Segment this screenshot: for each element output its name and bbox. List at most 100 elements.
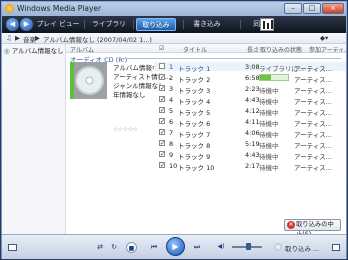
track-title: トラック 5 [178,109,211,117]
breadcrumb-sep: ▶ [35,34,40,42]
disc-icon: ◎ [4,47,10,55]
track-artist: アーティス... [294,142,332,150]
track-row[interactable]: ✓ 10 トラック 10 2:17 待機中 アーティス... [154,161,346,172]
track-artist: アーティス... [294,120,332,128]
stop-rip-button[interactable]: ✕ 取り込みの中止(S) [284,219,341,238]
music-note-icon: ♫ [6,34,12,42]
stop-icon: ✕ [287,221,295,229]
cd-disc-icon [75,66,104,95]
next-button[interactable]: ⏭ [189,242,205,253]
forward-arrow-icon[interactable]: ▶ [20,18,33,31]
track-number: 1 [169,63,174,71]
switch-view-icon[interactable] [8,244,17,251]
track-length: 6:58 [245,74,260,82]
album-art [70,62,107,99]
track-artist: アーティス... [294,109,332,117]
previous-button[interactable]: ⏮ [146,242,162,253]
track-checkbox[interactable] [159,63,165,69]
track-artist: アーティス... [294,153,332,161]
track-row[interactable]: 1 トラック 1 3:08 ライブラリに... アーティス... [154,62,346,73]
column-header: アルバム ☑ タイトル 長さ 取り込みの状態 参加アーティ... [66,44,348,54]
track-title: トラック 1 [178,65,211,73]
track-row[interactable]: ✓ 7 トラック 7 4:06 待機中 アーティス... [154,128,346,139]
track-row[interactable]: ✓ 3 トラック 3 2:23 待機中 アーティス... [154,84,346,95]
track-rip-status: 待機中 [259,153,279,161]
track-checkbox[interactable]: ✓ [159,140,165,147]
options-icon[interactable]: ◆▾ [320,34,328,42]
tab-separator [183,20,184,29]
track-rip-status: 待機中 [259,142,279,150]
full-screen-icon[interactable] [332,244,340,251]
track-title: トラック 6 [178,120,211,128]
track-checkbox[interactable]: ✓ [159,118,165,125]
wmp-logo-icon [5,4,14,13]
track-title: トラック 8 [178,142,211,150]
track-title: トラック 9 [178,153,211,161]
track-row[interactable]: ✓ 2 トラック 2 6:58 アーティス... [154,73,346,84]
app-window: Windows Media Player – □ × ◀ ▶ プレイ ビュー ラ… [0,0,348,260]
play-button[interactable]: ▶ [166,237,185,256]
track-rip-status: 待機中 [259,120,279,128]
track-length: 2:23 [245,85,260,93]
maximize-button[interactable]: □ [303,3,321,14]
rating-stars[interactable]: ☆☆☆☆☆ [113,126,138,133]
tab-burn[interactable]: 書き込み [186,18,228,31]
track-length: 4:12 [245,107,260,115]
breadcrumb-album[interactable]: アルバム情報なし (2007/04/02 1...) [43,34,152,44]
stop-button[interactable]: ■ [126,242,137,253]
tab-rip[interactable]: 取り込み [136,18,176,31]
track-rip-status: 待機中 [259,87,279,95]
track-title: トラック 10 [178,164,215,172]
track-rip-status: 待機中 [259,109,279,117]
track-checkbox[interactable]: ✓ [159,85,165,92]
back-arrow-icon[interactable]: ◀ [6,18,19,31]
rip-progress-fill [260,75,272,80]
tab-separator [240,20,241,29]
shuffle-icon[interactable]: ⇄ [95,243,105,253]
track-title: トラック 2 [178,76,211,84]
tab-library[interactable]: ライブラリ [88,18,130,31]
track-rip-status: 待機中 [259,98,279,106]
track-rip-status: 待機中 [259,164,279,172]
track-checkbox[interactable]: ✓ [159,96,165,103]
minimize-button[interactable]: – [284,3,302,14]
group-divider [121,58,341,59]
col-checkbox[interactable]: ☑ [159,45,164,52]
track-checkbox[interactable]: ✓ [159,107,165,114]
track-checkbox[interactable]: ✓ [159,162,165,169]
track-length: 4:43 [245,151,260,159]
track-row[interactable]: ✓ 5 トラック 5 4:12 待機中 アーティス... [154,106,346,117]
track-checkbox[interactable]: ✓ [159,129,165,136]
track-length: 4:11 [245,118,260,126]
track-checkbox[interactable]: ✓ [159,74,165,81]
breadcrumb: ♫ ▶ 音楽 ▶ アルバム情報なし (2007/04/02 1...) ◆▾ [2,33,346,44]
track-length: 4:43 [245,96,260,104]
track-row[interactable]: ✓ 4 トラック 4 4:43 待機中 アーティス... [154,95,346,106]
close-button[interactable]: × [322,3,344,14]
track-title: トラック 7 [178,131,211,139]
track-number: 4 [169,96,174,104]
nav-item-label: アルバム情報なし [11,47,64,55]
track-row[interactable]: ✓ 6 トラック 6 4:11 待機中 アーティス... [154,117,346,128]
breadcrumb-sep: ▶ [15,34,20,42]
volume-thumb[interactable] [246,243,251,250]
tab-now-playing[interactable]: プレイ ビュー [36,18,80,31]
track-rip-status: 待機中 [259,131,279,139]
track-row[interactable]: ✓ 8 トラック 8 5:19 待機中 アーティス... [154,139,346,150]
track-number: 2 [169,74,174,82]
track-artist: アーティス... [294,131,332,139]
group-header: オーディオ CD (R:) [66,53,346,64]
track-title: トラック 3 [178,87,211,95]
mute-icon[interactable]: ◀) [214,243,228,253]
repeat-icon[interactable]: ↻ [109,243,119,253]
track-length: 4:06 [245,129,260,137]
rip-disc-icon [274,243,282,251]
track-row[interactable]: ✓ 9 トラック 9 4:43 待機中 アーティス... [154,150,346,161]
track-checkbox[interactable]: ✓ [159,151,165,158]
media-guide-icon[interactable] [260,18,274,31]
track-number: 7 [169,129,174,137]
title-bar: Windows Media Player – □ × [2,2,346,16]
album-year[interactable]: 年情報なし [113,89,146,99]
nav-item-album[interactable]: ◎ アルバム情報なし [4,45,64,55]
track-artist: アーティス... [294,164,332,172]
